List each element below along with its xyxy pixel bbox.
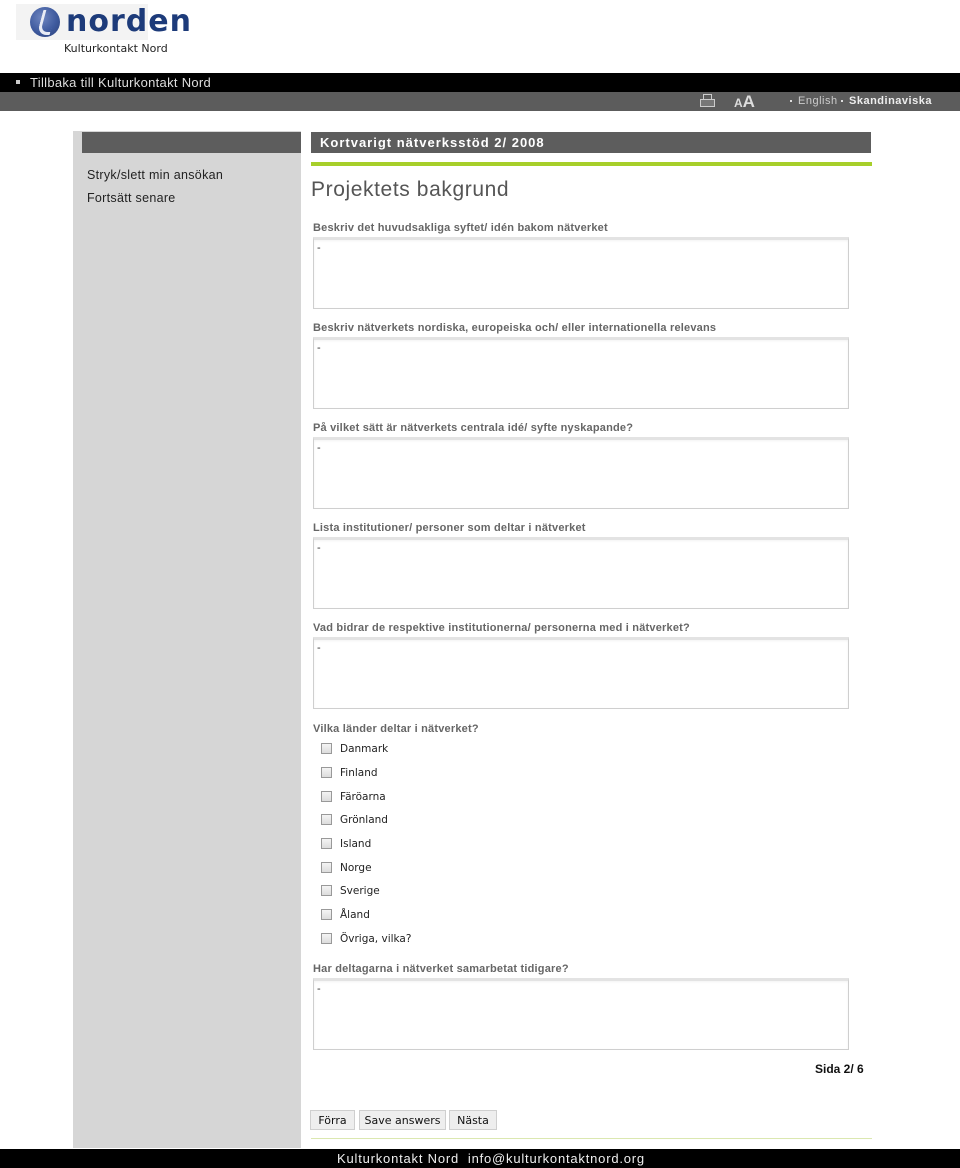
form-title: Kortvarigt nätverksstöd 2/ 2008 [320,135,545,150]
contributions-textarea[interactable] [314,640,848,708]
country-label: Grönland [340,814,388,826]
printer-body [700,99,715,107]
country-label: Åland [340,909,370,921]
question-textarea-wrapper [313,337,849,409]
question-textarea-wrapper [313,237,849,309]
norden-logo[interactable]: norden Kulturkontakt Nord [12,3,212,63]
question-label: Har deltagarna i nätverket samarbetat ti… [313,963,569,975]
form-header-bar: Kortvarigt nätverksstöd 2/ 2008 [311,132,871,153]
checkbox[interactable] [321,814,332,825]
relevance-textarea[interactable] [314,340,848,408]
language-label: Skandinaviska [849,95,932,107]
bullet-icon [841,100,843,103]
country-label: Färöarna [340,791,386,803]
country-label: Övriga, vilka? [340,933,412,945]
question-label: Vad bidrar de respektive institutionerna… [313,622,690,634]
top-nav-bar: Tillbaka till Kulturkontakt Nord [0,73,960,92]
participants-textarea[interactable] [314,540,848,608]
sidebar: Stryk/slett min ansökan Fortsätt senare [73,131,301,1148]
previous-button[interactable]: Förra [310,1110,355,1130]
question-textarea-wrapper [313,637,849,709]
language-english-link[interactable]: English [790,95,838,107]
next-button[interactable]: Nästa [449,1110,497,1130]
country-label: Finland [340,767,378,779]
question-textarea-wrapper [313,978,849,1050]
checkbox[interactable] [321,838,332,849]
footer: Kulturkontakt Nord info@kulturkontaktnor… [0,1149,960,1168]
continue-later-link[interactable]: Fortsätt senare [87,191,176,205]
page-indicator: Sida 2/ 6 [815,1062,864,1076]
bottom-divider [311,1138,872,1139]
country-label: Norge [340,862,372,874]
language-label: English [798,95,838,107]
question-label: Lista institutioner/ personer som deltar… [313,522,586,534]
checkbox[interactable] [321,743,332,754]
delete-application-link[interactable]: Stryk/slett min ansökan [87,168,223,182]
font-size-small-glyph: A [734,96,743,110]
bullet-icon [16,79,20,84]
question-textarea-wrapper [313,437,849,509]
countries-question-label: Vilka länder deltar i nätverket? [313,723,479,735]
back-to-kulturkontakt-link[interactable]: Tillbaka till Kulturkontakt Nord [16,75,211,90]
innovation-textarea[interactable] [314,440,848,508]
question-label: På vilket sätt är nätverkets centrala id… [313,422,634,434]
section-title: Projektets bakgrund [311,178,510,201]
purpose-textarea[interactable] [314,240,848,308]
footer-contact-text: Kulturkontakt Nord info@kulturkontaktnor… [337,1151,645,1166]
printer-icon[interactable] [700,94,715,107]
logo-wordmark: norden [66,4,192,39]
save-answers-button[interactable]: Save answers [359,1110,446,1130]
language-skandinaviska-link[interactable]: Skandinaviska [841,95,932,107]
prior-collaboration-textarea[interactable] [314,981,848,1049]
back-link-label: Tillbaka till Kulturkontakt Nord [30,75,212,90]
country-label: Sverige [340,885,380,897]
logo-subtitle: Kulturkontakt Nord [64,42,168,55]
checkbox[interactable] [321,791,332,802]
country-label: Danmark [340,743,389,755]
checkbox[interactable] [321,767,332,778]
bullet-icon [790,100,792,103]
sidebar-header-bar [82,132,301,153]
checkbox[interactable] [321,909,332,920]
question-label: Beskriv nätverkets nordiska, europeiska … [313,322,717,334]
accent-divider [311,162,872,166]
font-size-icon[interactable]: AA [734,92,755,113]
utility-toolbar: AA English Skandinaviska [0,92,960,111]
font-size-large-glyph: A [742,92,755,111]
question-textarea-wrapper [313,537,849,609]
checkbox[interactable] [321,862,332,873]
checkbox[interactable] [321,933,332,944]
question-label: Beskriv det huvudsakliga syftet/ idén ba… [313,222,608,234]
country-label: Island [340,838,372,850]
checkbox[interactable] [321,885,332,896]
